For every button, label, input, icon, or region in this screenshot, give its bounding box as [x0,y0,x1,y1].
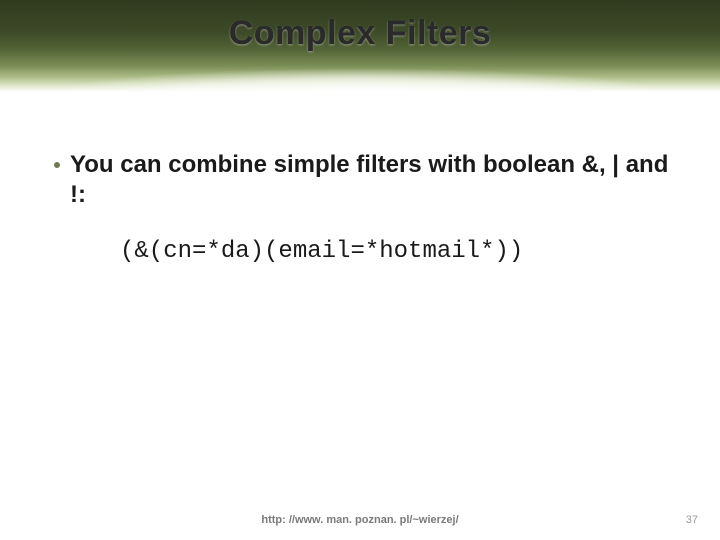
code-example: (&(cn=*da)(email=*hotmail*)) [120,238,670,265]
slide: Complex Filters You can combine simple f… [0,0,720,540]
bullet-item: You can combine simple filters with bool… [50,150,670,210]
bullet-dot-icon [54,162,60,168]
bullet-text: You can combine simple filters with bool… [70,150,670,210]
page-number: 37 [686,514,698,526]
content-area: You can combine simple filters with bool… [50,150,670,265]
footer-url: http: //www. man. poznan. pl/~wierzej/ [0,514,720,526]
slide-title: Complex Filters [0,14,720,53]
